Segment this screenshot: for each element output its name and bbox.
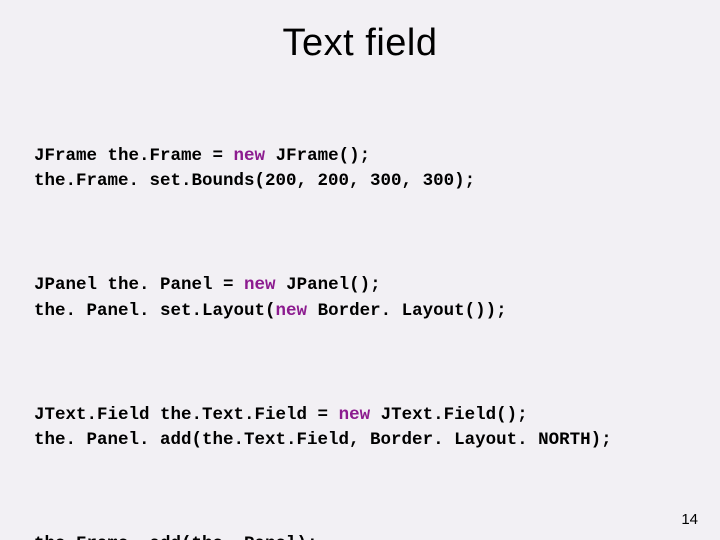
code-text: Border. Layout()); (307, 301, 507, 321)
code-text: JFrame(); (265, 146, 370, 166)
slide-title: Text field (0, 0, 720, 93)
page-number: 14 (681, 511, 698, 528)
code-text: JPanel the. Panel = (34, 275, 244, 295)
code-text: the.Frame. add(the. Panel); (34, 534, 318, 540)
code-text: JText.Field(); (370, 405, 528, 425)
keyword-new: new (244, 275, 276, 295)
keyword-new: new (339, 405, 371, 425)
code-text: the. Panel. set.Layout( (34, 301, 276, 321)
code-text: JFrame the.Frame = (34, 146, 234, 166)
keyword-new: new (276, 301, 308, 321)
code-block-1: JFrame the.Frame = new JFrame(); the.Fra… (34, 144, 690, 195)
code-text: JText.Field the.Text.Field = (34, 405, 339, 425)
code-block-3: JText.Field the.Text.Field = new JText.F… (34, 403, 690, 454)
code-text: JPanel(); (276, 275, 381, 295)
slide: Text field JFrame the.Frame = new JFrame… (0, 0, 720, 540)
code-text: the. Panel. add(the.Text.Field, Border. … (34, 430, 612, 450)
code-block-4: the.Frame. add(the. Panel); the.Frame. s… (34, 532, 690, 540)
code-area: JFrame the.Frame = new JFrame(); the.Fra… (0, 93, 720, 540)
code-block-2: JPanel the. Panel = new JPanel(); the. P… (34, 273, 690, 324)
code-text: the.Frame. set.Bounds(200, 200, 300, 300… (34, 171, 475, 191)
keyword-new: new (234, 146, 266, 166)
